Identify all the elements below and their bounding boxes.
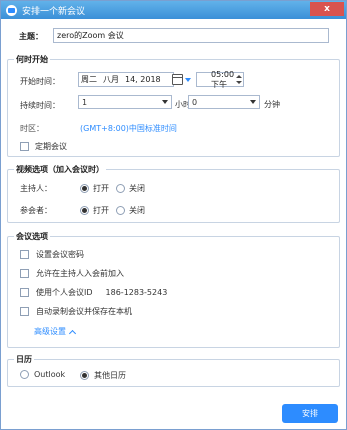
duration-minutes-value: 0 — [192, 97, 198, 107]
participants-off-label: 关闭 — [129, 206, 145, 215]
option-auto-record-row[interactable]: 自动录制会议并保存在本机 — [20, 306, 132, 317]
date-month: 八月 — [103, 75, 119, 84]
meeting-options-title: 会议选项 — [14, 231, 50, 242]
when-section-title: 何时开始 — [14, 54, 50, 65]
close-button[interactable]: x — [310, 2, 344, 16]
option-join-before-host-label: 允许在主持人入会前加入 — [36, 269, 124, 278]
participants-off-option[interactable]: 关闭 — [116, 205, 145, 216]
option-pmi-row[interactable]: 使用个人会议ID 186-1283-5243 — [20, 287, 167, 298]
host-on-label: 打开 — [93, 184, 109, 193]
other-calendar-radio[interactable] — [80, 371, 89, 380]
host-label: 主持人： — [20, 184, 52, 193]
when-section: 何时开始 开始时间： 周二 八月 14, 2018 05:00 下午 持续时间：… — [7, 54, 340, 157]
outlook-label: Outlook — [34, 370, 66, 379]
calendar-section-title: 日历 — [14, 354, 34, 365]
advanced-settings-toggle[interactable]: 高级设置 — [34, 326, 77, 337]
recurring-label: 定期会议 — [35, 142, 67, 151]
calendar-other-option[interactable]: 其他日历 — [80, 370, 126, 381]
time-down-icon[interactable] — [236, 81, 242, 84]
host-on-radio[interactable] — [80, 184, 89, 193]
time-picker[interactable]: 05:00 下午 — [196, 69, 244, 89]
pmi-checkbox[interactable] — [20, 288, 29, 297]
participants-off-radio[interactable] — [116, 206, 125, 215]
calendar-outlook-option[interactable]: Outlook — [20, 370, 65, 379]
outlook-radio[interactable] — [20, 370, 29, 379]
option-auto-record-label: 自动录制会议并保存在本机 — [36, 307, 132, 316]
schedule-meeting-window: 安排一个新会议 x 主题： zero的Zoom 会议 何时开始 开始时间： 周二… — [0, 0, 347, 430]
timezone-label: 时区： — [20, 124, 44, 133]
host-off-radio[interactable] — [116, 184, 125, 193]
participants-on-radio[interactable] — [80, 206, 89, 215]
password-checkbox[interactable] — [20, 250, 29, 259]
duration-hours-value: 1 — [82, 97, 88, 107]
calendar-icon[interactable] — [172, 74, 183, 85]
date-weekday: 周二 — [81, 75, 97, 84]
option-password-row[interactable]: 设置会议密码 — [20, 249, 84, 260]
topic-input[interactable]: zero的Zoom 会议 — [53, 28, 329, 43]
duration-minutes-select[interactable]: 0 — [188, 95, 260, 109]
pmi-number: 186-1283-5243 — [105, 288, 168, 297]
meeting-options-section: 会议选项 设置会议密码 允许在主持人入会前加入 使用个人会议ID 186-128… — [7, 231, 340, 348]
time-value: 05:00 下午 — [211, 69, 235, 89]
topic-label: 主题： — [19, 32, 43, 41]
title-bar: 安排一个新会议 x — [1, 1, 346, 19]
chevron-down-icon — [162, 100, 168, 104]
host-off-label: 关闭 — [129, 184, 145, 193]
zoom-logo-icon — [6, 4, 17, 16]
participants-on-option[interactable]: 打开 — [80, 205, 109, 216]
minutes-unit: 分钟 — [264, 100, 280, 109]
recurring-checkbox[interactable] — [20, 142, 29, 151]
advanced-settings-label: 高级设置 — [34, 327, 66, 336]
date-day: 14, 2018 — [125, 75, 161, 84]
chevron-up-icon — [68, 329, 77, 337]
recurring-row[interactable]: 定期会议 — [20, 141, 67, 152]
join-before-host-checkbox[interactable] — [20, 269, 29, 278]
participants-on-label: 打开 — [93, 206, 109, 215]
chevron-down-icon — [250, 100, 256, 104]
option-pmi-label: 使用个人会议ID — [36, 288, 93, 297]
host-off-option[interactable]: 关闭 — [116, 183, 145, 194]
calendar-section: 日历 Outlook 其他日历 — [7, 354, 340, 387]
participants-label: 参会者： — [20, 206, 52, 215]
date-picker[interactable]: 周二 八月 14, 2018 — [78, 72, 174, 87]
close-icon: x — [324, 4, 330, 14]
option-join-before-host-row[interactable]: 允许在主持人入会前加入 — [20, 268, 124, 279]
other-calendar-label: 其他日历 — [94, 371, 126, 380]
time-up-icon[interactable] — [236, 75, 242, 78]
duration-hours-select[interactable]: 1 — [78, 95, 172, 109]
topic-row: 主题： — [19, 31, 43, 42]
duration-label: 持续时间： — [20, 101, 60, 110]
video-section-title: 视频选项（加入会议时） — [14, 164, 106, 175]
option-password-label: 设置会议密码 — [36, 250, 84, 259]
auto-record-checkbox[interactable] — [20, 307, 29, 316]
timezone-link[interactable]: (GMT+8:00)中国标准时间 — [80, 123, 177, 134]
date-dropdown-arrow-icon[interactable] — [183, 74, 192, 85]
video-section: 视频选项（加入会议时） 主持人： 打开 关闭 参会者： 打开 关闭 — [7, 164, 340, 223]
start-time-label: 开始时间： — [20, 77, 60, 86]
window-title: 安排一个新会议 — [22, 6, 86, 17]
schedule-button[interactable]: 安排 — [282, 404, 338, 423]
host-on-option[interactable]: 打开 — [80, 183, 109, 194]
